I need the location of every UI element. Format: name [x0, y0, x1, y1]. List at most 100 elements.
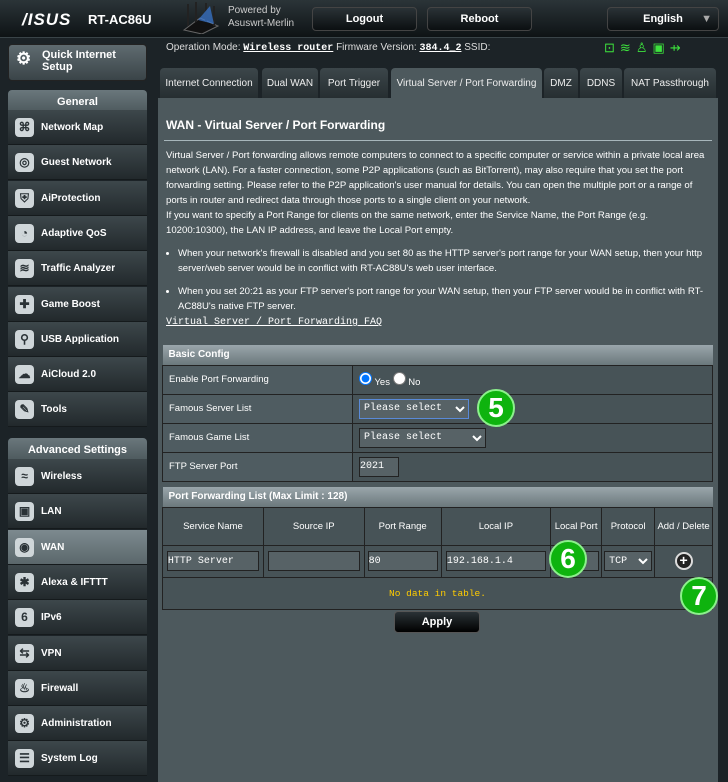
local-ip-input[interactable] — [445, 551, 546, 571]
status-icons: ⊡≋♙▣⇸ — [604, 40, 686, 56]
sidebar-item-label: Wireless — [41, 471, 83, 482]
sidebar-item-label: USB Application — [41, 333, 119, 345]
sidebar-icon: 6 — [15, 608, 34, 628]
apply-button[interactable]: Apply — [394, 611, 480, 633]
powered-by: Powered by Asuswrt-Merlin — [228, 5, 295, 29]
sidebar-item-firewall[interactable]: ♨ Firewall — [8, 670, 147, 706]
column-header: Protocol — [601, 506, 656, 546]
sidebar-item-aicloud-2-0[interactable]: ☁ AiCloud 2.0 — [8, 357, 147, 393]
logout-button[interactable]: Logout — [312, 7, 417, 31]
column-header: Service Name — [162, 506, 264, 546]
op-mode-link[interactable]: Wireless router — [243, 43, 333, 54]
port-range-input[interactable] — [367, 551, 438, 571]
divider — [164, 140, 712, 141]
sidebar-item-alexa-ifttt[interactable]: ✱ Alexa & IFTTT — [8, 564, 147, 600]
sidebar-icon: ⚲ — [15, 329, 34, 349]
enable-pf-label: Enable Port Forwarding — [162, 364, 353, 395]
sidebar-item-ipv6[interactable]: 6 IPv6 — [8, 600, 147, 636]
language-select[interactable]: English ▼ — [607, 7, 719, 31]
tab-internet-connection[interactable]: Internet Connection — [160, 68, 258, 98]
protocol-select[interactable]: TCP — [604, 551, 653, 571]
sidebar-item-label: IPv6 — [41, 612, 62, 624]
tab-port-trigger[interactable]: Port Trigger — [320, 68, 388, 98]
tab-label: Port Trigger — [327, 77, 381, 89]
gamepad-icon[interactable]: ⊡ — [604, 40, 620, 55]
quick-internet-setup-button[interactable]: ⚙ Quick Internet Setup — [8, 44, 147, 81]
sidebar-item-label: Network Map — [41, 122, 104, 133]
sidebar-item-network-map[interactable]: ⌘ Network Map — [8, 110, 147, 145]
tab-label: DMZ — [550, 77, 572, 89]
sidebar-item-adaptive-qos[interactable]: ◔ Adaptive QoS — [8, 215, 147, 251]
basic-config-header: Basic Config — [162, 345, 713, 365]
tab-label: Dual WAN — [266, 77, 314, 89]
server-list-label: Famous Server List — [162, 393, 353, 424]
tab-nat-passthrough[interactable]: NAT Passthrough — [624, 68, 716, 98]
column-header: Local Port — [550, 506, 603, 546]
enable-no-radio[interactable] — [392, 371, 406, 385]
sidebar-item-label: AiCloud 2.0 — [41, 369, 97, 381]
tab-label: DDNS — [586, 77, 616, 89]
sidebar-item-wan[interactable]: ◉ WAN — [8, 529, 147, 565]
sidebar-item-traffic-analyzer[interactable]: ≋ Traffic Analyzer — [8, 251, 147, 287]
sidebar-icon: ≋ — [15, 259, 34, 279]
reboot-button[interactable]: Reboot — [427, 7, 532, 31]
sidebar-item-label: Administration — [41, 718, 112, 730]
sidebar-item-guest-network[interactable]: ◎ Guest Network — [8, 145, 147, 181]
sidebar-item-aiprotection[interactable]: ⛨ AiProtection — [8, 180, 147, 216]
sidebar-item-usb-application[interactable]: ⚲ USB Application — [8, 321, 147, 357]
service-name-input[interactable] — [166, 551, 259, 571]
sidebar-item-label: Game Boost — [41, 298, 100, 310]
top-header: /ISUS RT-AC86U Powered by Asuswrt-Merlin … — [0, 0, 728, 38]
sidebar-item-lan[interactable]: ▣ LAN — [8, 494, 147, 530]
sidebar-item-label: Guest Network — [41, 157, 112, 169]
tab-label: Internet Connection — [165, 77, 253, 89]
sidebar-item-administration[interactable]: ⚙ Administration — [8, 706, 147, 742]
wifi-icon[interactable]: ≋ — [620, 40, 636, 55]
basic-config-table: Basic Config Enable Port Forwarding Yes … — [162, 345, 713, 482]
famous-game-select[interactable]: Please select — [359, 427, 486, 448]
sidebar-item-label: LAN — [41, 506, 62, 518]
add-icon[interactable]: + — [674, 552, 693, 570]
sidebar-icon: ✱ — [15, 572, 34, 592]
sidebar-icon: ⌘ — [15, 118, 34, 137]
tab-ddns[interactable]: DDNS — [580, 68, 622, 98]
enable-yes-radio[interactable] — [359, 371, 372, 385]
sidebar-item-game-boost[interactable]: ✚ Game Boost — [8, 286, 147, 322]
sidebar-icon: ▣ — [15, 502, 34, 522]
sidebar-icon: ◉ — [15, 537, 34, 557]
tab-dmz[interactable]: DMZ — [544, 68, 578, 98]
famous-server-select[interactable]: Please select — [359, 398, 469, 419]
firmware-link[interactable]: 384.4_2 — [419, 43, 461, 54]
sidebar-item-system-log[interactable]: ☰ System Log — [8, 741, 147, 777]
no-data-message: No data in table. — [162, 576, 713, 610]
ftp-port-input[interactable] — [359, 456, 399, 477]
device-icon[interactable]: ▣ — [652, 40, 669, 55]
tab-label: NAT Passthrough — [630, 77, 709, 89]
sidebar-item-vpn[interactable]: ⇆ VPN — [8, 635, 147, 671]
user-icon[interactable]: ♙ — [636, 40, 653, 55]
chevron-down-icon: ▼ — [701, 13, 712, 25]
sidebar-item-label: Traffic Analyzer — [41, 263, 116, 275]
tab-dual-wan[interactable]: Dual WAN — [262, 68, 318, 98]
faq-link[interactable]: Virtual Server / Port Forwarding FAQ — [166, 317, 382, 328]
pf-list-header: Port Forwarding List (Max Limit : 128) — [162, 487, 713, 507]
tab-virtual-server-port-forwarding[interactable]: Virtual Server / Port Forwarding — [391, 68, 542, 99]
column-header: Local IP — [440, 506, 552, 546]
sidebar-icon: ♨ — [15, 678, 34, 698]
content-panel: WAN - Virtual Server / Port Forwarding V… — [158, 98, 718, 782]
status-line: Operation Mode: Wireless router Firmware… — [166, 42, 491, 54]
yes-label: Yes — [374, 376, 390, 388]
table-row: TCP + — [162, 544, 713, 578]
ftp-port-label: FTP Server Port — [162, 451, 353, 482]
page-title: WAN - Virtual Server / Port Forwarding — [166, 118, 386, 132]
sidebar-item-tools[interactable]: ✎ Tools — [8, 392, 147, 428]
annotation-badge: 6 — [549, 540, 587, 578]
router-model: RT-AC86U — [88, 12, 152, 27]
sidebar-icon: ◔ — [15, 223, 34, 243]
usb-icon[interactable]: ⇸ — [670, 40, 686, 55]
tab-label: Virtual Server / Port Forwarding — [396, 78, 537, 89]
router-icon — [182, 2, 220, 34]
source-ip-input[interactable] — [267, 551, 360, 571]
sidebar-item-wireless[interactable]: ≈ Wireless — [8, 459, 147, 494]
sidebar-item-label: Adaptive QoS — [41, 227, 107, 239]
